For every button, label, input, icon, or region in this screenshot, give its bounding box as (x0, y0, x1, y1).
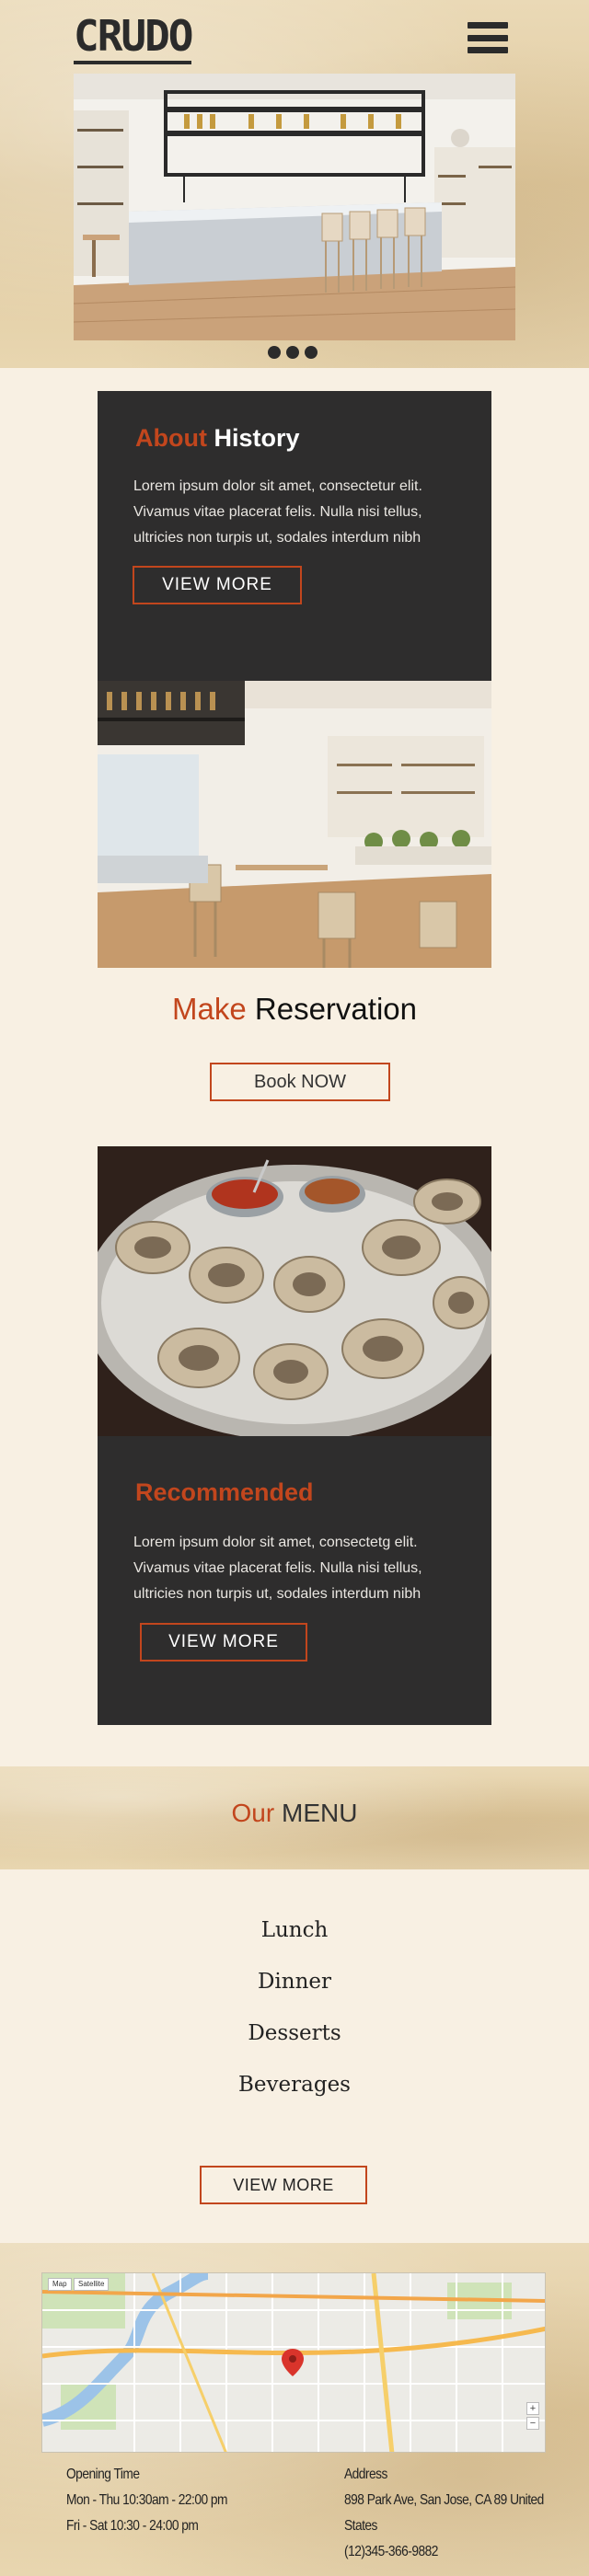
about-title-rest: History (214, 424, 300, 452)
interior-illustration (98, 681, 491, 968)
reservation-title-accent: Make (172, 992, 247, 1026)
menu-item-beverages[interactable]: Beverages (0, 2066, 589, 2118)
slider-dot[interactable] (286, 346, 299, 359)
map-type-map[interactable]: Map (48, 2278, 72, 2291)
map-type-satellite[interactable]: Satellite (74, 2278, 110, 2291)
slider-dot[interactable] (305, 346, 318, 359)
menu-title-rest: MENU (282, 1799, 358, 1827)
address-label: Address (344, 2467, 387, 2482)
slider-dots (268, 346, 318, 359)
menu-title-accent: Our (231, 1799, 275, 1827)
reservation-title: Make Reservation (0, 992, 589, 1027)
hamburger-bar (468, 34, 508, 41)
recommended-title: Recommended (135, 1478, 314, 1506)
opening-info: Opening Time Mon - Thu 10:30am - 22:00 p… (66, 2462, 228, 2539)
about-card: About History Lorem ipsum dolor sit amet… (98, 391, 491, 681)
hamburger-menu-icon[interactable] (468, 22, 508, 53)
about-view-more-button[interactable]: VIEW MORE (133, 566, 302, 604)
address-text: 898 Park Ave, San Jose, CA 89 United Sta… (344, 2492, 544, 2534)
menu-list: Lunch Dinner Desserts Beverages (0, 1912, 589, 2118)
zoom-in-icon[interactable]: + (526, 2402, 539, 2415)
book-now-button[interactable]: Book NOW (210, 1063, 390, 1101)
recommended-view-more-button[interactable]: VIEW MORE (140, 1623, 307, 1662)
menu-item-desserts[interactable]: Desserts (0, 2015, 589, 2066)
menu-item-dinner[interactable]: Dinner (0, 1963, 589, 2015)
opening-hours-weekday: Mon - Thu 10:30am - 22:00 pm (66, 2492, 228, 2508)
reservation-title-rest: Reservation (254, 992, 417, 1026)
oysters-photo (98, 1146, 491, 1436)
slider-dot[interactable] (268, 346, 281, 359)
opening-label: Opening Time (66, 2467, 140, 2482)
phone-number[interactable]: (12)345-366-9882 (344, 2539, 555, 2565)
hamburger-bar (468, 22, 508, 29)
menu-title: Our MENU (0, 1799, 589, 1828)
zoom-out-icon[interactable]: − (526, 2417, 539, 2430)
hamburger-bar (468, 47, 508, 53)
hero-illustration (74, 74, 515, 340)
map-illustration (42, 2273, 545, 2452)
menu-view-more-button[interactable]: VIEW MORE (200, 2166, 367, 2204)
recommended-text: Lorem ipsum dolor sit amet, consectetg e… (133, 1535, 422, 1602)
logo[interactable]: CRUDO (74, 13, 193, 64)
about-title-accent: About (135, 424, 207, 452)
interior-photo (98, 681, 491, 968)
recommended-card: Recommended Lorem ipsum dolor sit amet, … (98, 1436, 491, 1725)
menu-item-lunch[interactable]: Lunch (0, 1912, 589, 1963)
hero-image (74, 74, 515, 340)
about-text: Lorem ipsum dolor sit amet, consectetur … (133, 478, 422, 546)
about-title: About History (135, 424, 300, 453)
site-header: CRUDO (0, 0, 589, 368)
address-info: Address 898 Park Ave, San Jose, CA 89 Un… (344, 2462, 555, 2565)
oysters-illustration (98, 1146, 491, 1436)
opening-hours-weekend: Fri - Sat 10:30 - 24:00 pm (66, 2518, 199, 2534)
location-map[interactable]: Map Satellite + − (41, 2272, 546, 2453)
